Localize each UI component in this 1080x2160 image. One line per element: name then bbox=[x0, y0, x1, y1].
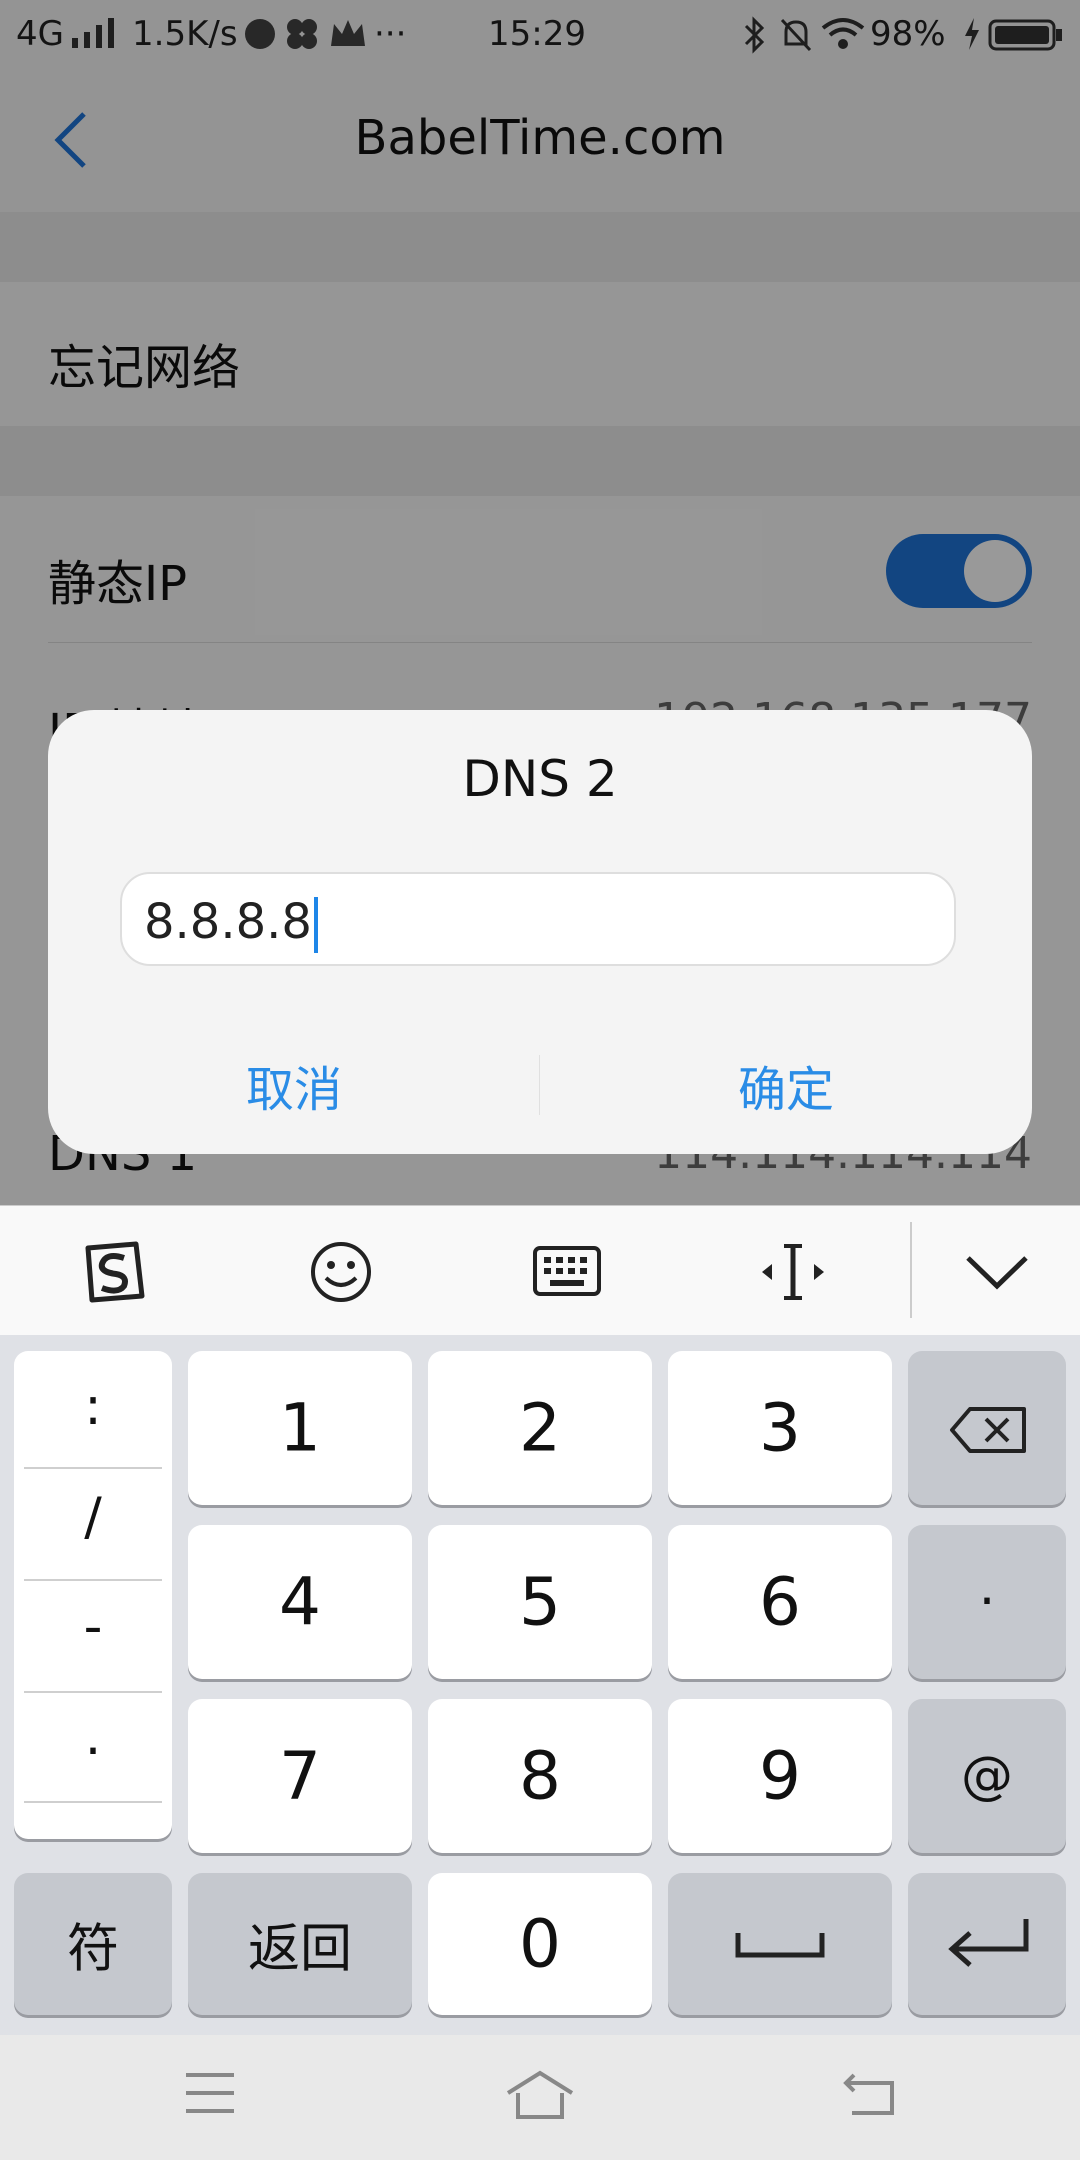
dns2-dialog: DNS 2 8.8.8.8 取消 确定 bbox=[48, 710, 1032, 1154]
symbol-column[interactable]: : / - . bbox=[14, 1351, 172, 1839]
emoji-icon[interactable] bbox=[306, 1240, 376, 1304]
dot-key[interactable]: · bbox=[908, 1525, 1066, 1679]
dns2-input-value: 8.8.8.8 bbox=[144, 894, 312, 950]
divider bbox=[24, 1467, 162, 1469]
symbol-key-slash[interactable]: / bbox=[24, 1487, 162, 1547]
divider bbox=[24, 1579, 162, 1581]
space-key[interactable] bbox=[668, 1873, 892, 2015]
key-5[interactable]: 5 bbox=[428, 1525, 652, 1679]
key-label: 9 bbox=[759, 1737, 801, 1815]
text-caret bbox=[313, 897, 318, 953]
system-nav-bar bbox=[0, 2035, 1080, 2160]
key-0[interactable]: 0 bbox=[428, 1873, 652, 2015]
key-8[interactable]: 8 bbox=[428, 1699, 652, 1853]
symbol-key-colon[interactable]: : bbox=[24, 1377, 162, 1437]
key-7[interactable]: 7 bbox=[188, 1699, 412, 1853]
symbols-key[interactable]: 符 bbox=[14, 1873, 172, 2015]
cancel-button[interactable]: 取消 bbox=[48, 1050, 540, 1120]
key-label: 5 bbox=[519, 1563, 561, 1641]
confirm-button[interactable]: 确定 bbox=[540, 1050, 1032, 1120]
key-2[interactable]: 2 bbox=[428, 1351, 652, 1505]
key-label: 6 bbox=[759, 1563, 801, 1641]
symbol-key-dot[interactable]: . bbox=[24, 1707, 162, 1767]
enter-key[interactable] bbox=[908, 1873, 1066, 2015]
key-label: @ bbox=[961, 1746, 1013, 1806]
dialog-title: DNS 2 bbox=[462, 750, 618, 808]
cursor-move-icon[interactable] bbox=[758, 1240, 828, 1304]
at-key[interactable]: @ bbox=[908, 1699, 1066, 1853]
key-label: 7 bbox=[279, 1737, 321, 1815]
keyboard-switch-icon[interactable] bbox=[532, 1240, 602, 1304]
divider bbox=[24, 1691, 162, 1693]
symbol-key-dash[interactable]: - bbox=[24, 1597, 162, 1657]
key-9[interactable]: 9 bbox=[668, 1699, 892, 1853]
chevron-down-icon[interactable] bbox=[962, 1240, 1032, 1304]
key-label: 8 bbox=[519, 1737, 561, 1815]
key-4[interactable]: 4 bbox=[188, 1525, 412, 1679]
back-nav-icon[interactable] bbox=[842, 2071, 896, 2117]
key-label: · bbox=[978, 1572, 996, 1632]
sogou-logo-icon[interactable] bbox=[78, 1240, 148, 1304]
key-6[interactable]: 6 bbox=[668, 1525, 892, 1679]
key-1[interactable]: 1 bbox=[188, 1351, 412, 1505]
divider bbox=[24, 1801, 162, 1803]
numeric-keyboard: : / - . 1 2 3 4 5 6 · 7 8 9 @ 符 返回 0 bbox=[0, 1335, 1080, 2035]
enter-icon bbox=[948, 1919, 1029, 1967]
space-icon bbox=[735, 1933, 825, 1958]
home-icon[interactable] bbox=[504, 2069, 576, 2121]
key-label: 2 bbox=[519, 1389, 561, 1467]
keyboard-toolbar bbox=[0, 1205, 1080, 1336]
key-label: 3 bbox=[759, 1389, 801, 1467]
return-key[interactable]: 返回 bbox=[188, 1873, 412, 2015]
key-label: 符 bbox=[66, 1919, 119, 1980]
dns2-input[interactable]: 8.8.8.8 bbox=[120, 872, 956, 966]
key-label: 4 bbox=[279, 1563, 321, 1641]
backspace-key[interactable] bbox=[908, 1351, 1066, 1505]
menu-icon[interactable] bbox=[184, 2071, 236, 2115]
key-label: 返回 bbox=[247, 1919, 352, 1980]
toolbar-divider bbox=[910, 1222, 912, 1318]
backspace-icon bbox=[950, 1407, 1026, 1453]
key-label: 1 bbox=[279, 1389, 321, 1467]
key-label: 0 bbox=[519, 1905, 561, 1983]
key-3[interactable]: 3 bbox=[668, 1351, 892, 1505]
